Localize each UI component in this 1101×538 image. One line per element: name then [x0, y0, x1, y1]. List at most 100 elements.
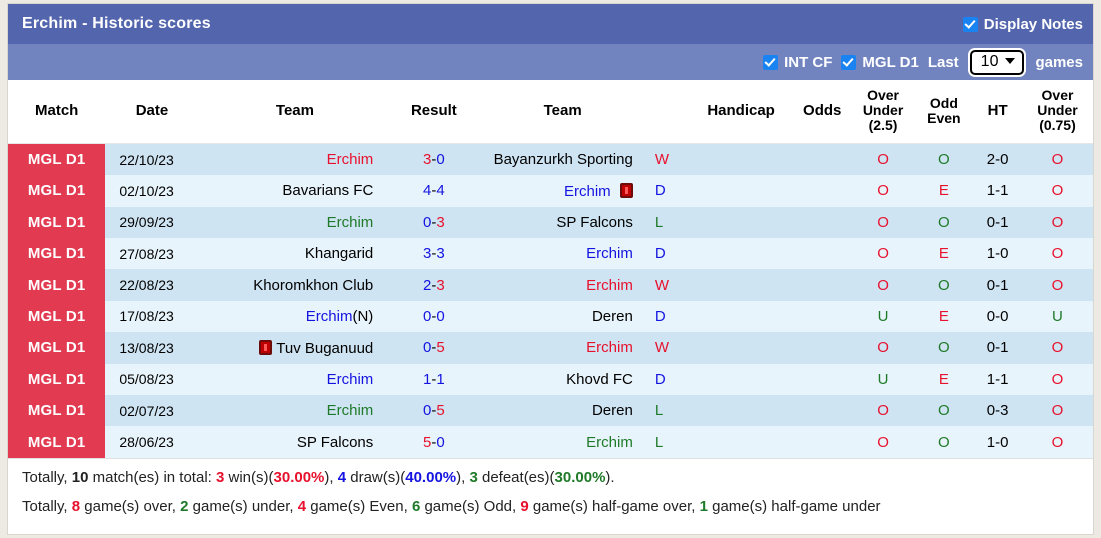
over-under-075-cell: O: [1021, 175, 1093, 207]
league-badge[interactable]: MGL D1: [8, 269, 106, 301]
over-count: 8: [71, 497, 81, 515]
summary-line-1: Totally, 10 match(es) in total: 3 win(s)…: [22, 468, 615, 486]
table-row[interactable]: MGL D1 05/08/23 Erchim 1-1 Khovd FC D U E 1-1 O: [8, 363, 1093, 395]
half-time-score: 1-0: [973, 238, 1022, 270]
league-badge[interactable]: MGL D1: [8, 394, 106, 427]
away-team-cell[interactable]: Erchim: [476, 175, 649, 207]
league-badge[interactable]: MGL D1: [8, 206, 106, 238]
table-row[interactable]: MGL D1 02/10/23 Bavarians FC 4-4 Erchim DOE1…: [8, 175, 1093, 207]
col-odds[interactable]: Odds: [792, 80, 852, 145]
match-date: 22/10/23: [105, 143, 199, 176]
display-notes-control[interactable]: Display Notes: [962, 16, 1083, 33]
over-under-25-cell: O: [851, 426, 915, 458]
league-badge[interactable]: MGL D1: [8, 426, 106, 458]
table-row[interactable]: MGL D1 28/06/23 SP Falcons 5-0 Erchim L O O 1-0 O: [8, 426, 1093, 458]
home-team-cell[interactable]: Bavarians FC: [198, 175, 392, 207]
home-team-cell[interactable]: Erchim: [198, 143, 392, 176]
league-badge[interactable]: MGL D1: [8, 363, 106, 395]
over-under-075-cell: O: [1021, 269, 1093, 301]
league-badge[interactable]: MGL D1: [8, 300, 106, 333]
home-team-name: Erchim: [326, 370, 374, 388]
match-date: 22/08/23: [105, 269, 199, 301]
odds-cell: [792, 394, 852, 427]
half-game-under-count: 1: [699, 497, 708, 515]
table-row[interactable]: MGL D1 29/09/23 Erchim 0-3 SP Falcons L O O 0-1 O: [8, 206, 1093, 238]
away-team-cell[interactable]: Erchim: [476, 269, 649, 301]
col-outcome: [648, 80, 690, 145]
home-team-suffix: (N): [352, 307, 374, 325]
home-team-cell[interactable]: Khoromkhon Club: [198, 269, 392, 301]
col-result[interactable]: Result: [391, 80, 477, 145]
odd-even-cell: E: [914, 363, 974, 395]
col-ht[interactable]: HT: [973, 80, 1022, 145]
away-team-cell[interactable]: Khovd FC: [476, 363, 649, 395]
away-team-cell[interactable]: Deren: [476, 300, 649, 333]
league-badge[interactable]: MGL D1: [8, 238, 106, 270]
over-under-075-cell: O: [1021, 394, 1093, 427]
table-row[interactable]: MGL D1 22/10/23 Erchim 3-0 Bayanzurkh Sporti…: [8, 143, 1093, 176]
handicap-cell: [689, 269, 793, 301]
home-team-name: Erchim: [326, 402, 374, 420]
home-team-cell[interactable]: SP Falcons: [198, 426, 392, 458]
ou25-line2: Under: [862, 102, 904, 119]
league-badge[interactable]: MGL D1: [8, 143, 106, 176]
col-date[interactable]: Date: [105, 80, 199, 145]
away-team-cell[interactable]: SP Falcons: [476, 206, 649, 238]
historic-scores-table: Match Date Team Result Team Handicap Odd…: [8, 80, 1093, 458]
col-home-team[interactable]: Team: [198, 80, 392, 145]
page-title: Erchim - Historic scores: [22, 15, 211, 32]
games-count-select[interactable]: 10: [969, 49, 1025, 75]
handicap-cell: [689, 332, 793, 364]
half-time-score: 0-0: [973, 300, 1022, 333]
table-row[interactable]: MGL D1 22/08/23 Khoromkhon Club 2-3 Erchim W O…: [8, 269, 1093, 301]
away-team-cell[interactable]: Erchim: [476, 332, 649, 364]
handicap-cell: [689, 206, 793, 238]
away-team-cell[interactable]: Deren: [476, 394, 649, 427]
filter-mgl-d1[interactable]: MGL D1: [841, 53, 919, 71]
score-away: 0: [436, 433, 445, 451]
over-under-075-cell: O: [1021, 426, 1093, 458]
outcome-badge: D: [648, 363, 690, 395]
red-card-icon: [619, 182, 633, 198]
score-away: 3: [436, 245, 445, 263]
score-away: 5: [436, 402, 445, 420]
home-team-name: Bavarians FC: [282, 182, 374, 200]
home-team-cell[interactable]: Erchim: [198, 363, 392, 395]
league-badge[interactable]: MGL D1: [8, 175, 106, 207]
home-team-cell[interactable]: Erchim: [198, 394, 392, 427]
ou075-line3: (0.75): [1039, 117, 1076, 134]
col-handicap[interactable]: Handicap: [689, 80, 793, 145]
table-row[interactable]: MGL D1 13/08/23 Tuv Buganuud 0-5 Erchim W O O 0…: [8, 332, 1093, 364]
league-badge[interactable]: MGL D1: [8, 332, 106, 364]
over-under-075-cell: O: [1021, 363, 1093, 395]
half-time-score: 1-1: [973, 175, 1022, 207]
table-row[interactable]: MGL D1 27/08/23 Khangarid 3-3 Erchim D O E 1-0 O: [8, 238, 1093, 270]
filter-int-cf[interactable]: INT CF: [763, 54, 832, 71]
col-odd-even[interactable]: Odd Even: [914, 80, 974, 145]
mgl-d1-label: MGL D1: [862, 53, 919, 71]
col-over-under-25[interactable]: Over Under (2.5): [851, 80, 915, 145]
home-team-cell[interactable]: Erchim: [198, 206, 392, 238]
ou075-line1: Over: [1041, 87, 1074, 103]
games-count-value: 10: [980, 52, 999, 70]
away-team-cell[interactable]: Erchim: [476, 426, 649, 458]
match-date: 02/10/23: [105, 175, 199, 207]
handicap-cell: [689, 238, 793, 270]
home-team-cell[interactable]: Tuv Buganuud: [198, 332, 392, 364]
col-match[interactable]: Match: [8, 80, 106, 145]
odd-even-cell: O: [914, 143, 974, 176]
col-away-team[interactable]: Team: [476, 80, 649, 145]
away-team-cell[interactable]: Erchim: [476, 238, 649, 270]
int-cf-checkbox[interactable]: [763, 54, 779, 70]
table-row[interactable]: MGL D1 02/07/23 Erchim 0-5 Deren L O O 0-3 O: [8, 394, 1093, 427]
half-time-score: 2-0: [973, 143, 1022, 176]
over-under-25-cell: O: [851, 206, 915, 238]
away-team-cell[interactable]: Bayanzurkh Sporting: [476, 143, 649, 176]
home-team-cell[interactable]: Khangarid: [198, 238, 392, 270]
mgl-d1-checkbox[interactable]: [841, 54, 857, 70]
col-over-under-075[interactable]: Over Under (0.75): [1021, 80, 1093, 145]
home-team-cell[interactable]: Erchim(N): [198, 300, 392, 333]
display-notes-checkbox[interactable]: [962, 16, 978, 32]
odd-even-cell: O: [914, 426, 974, 458]
table-row[interactable]: MGL D1 17/08/23 Erchim(N) 0-0 Deren D U E 0-0 U: [8, 300, 1093, 333]
